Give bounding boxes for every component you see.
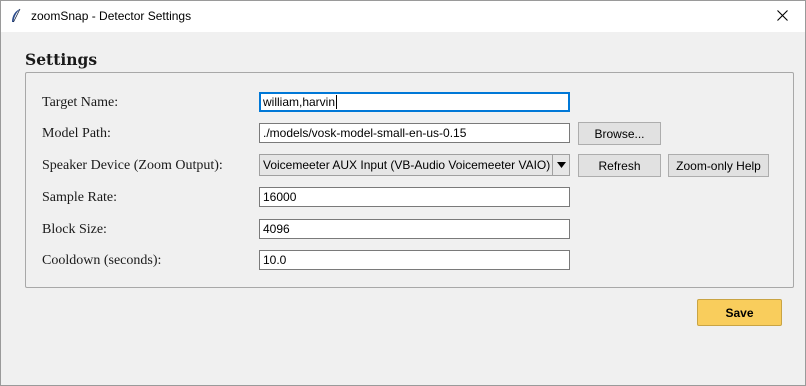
sample-rate-label: Sample Rate: [42,190,118,205]
speaker-device-value: Voicemeeter AUX Input (VB-Audio Voicemee… [263,158,551,172]
settings-window: zoomSnap - Detector Settings Settings Ta… [0,0,806,386]
browse-button[interactable]: Browse... [578,122,661,145]
sample-rate-input[interactable]: 16000 [259,187,570,207]
cooldown-input[interactable]: 10.0 [259,250,570,270]
save-button[interactable]: Save [697,299,782,326]
model-path-label: Model Path: [42,126,111,141]
refresh-button[interactable]: Refresh [578,154,661,177]
feather-icon [9,8,23,24]
zoom-only-help-button[interactable]: Zoom-only Help [668,154,769,177]
window-title: zoomSnap - Detector Settings [31,9,192,23]
target-name-label: Target Name: [42,95,119,110]
block-size-label: Block Size: [42,222,107,237]
speaker-device-select[interactable]: Voicemeeter AUX Input (VB-Audio Voicemee… [259,154,570,176]
close-icon [776,8,788,26]
target-name-input[interactable]: william,harvin [259,92,570,112]
title-bar[interactable]: zoomSnap - Detector Settings [1,1,805,32]
block-size-input[interactable]: 4096 [259,219,570,239]
settings-group-title: Settings [25,50,98,69]
speaker-device-label: Speaker Device (Zoom Output): [42,158,223,173]
text-caret [336,95,338,109]
target-name-value: william,harvin [263,95,336,109]
close-button[interactable] [759,1,805,32]
dropdown-arrow-icon[interactable] [552,155,569,175]
model-path-input[interactable]: ./models/vosk-model-small-en-us-0.15 [259,123,570,143]
cooldown-label: Cooldown (seconds): [42,253,162,268]
